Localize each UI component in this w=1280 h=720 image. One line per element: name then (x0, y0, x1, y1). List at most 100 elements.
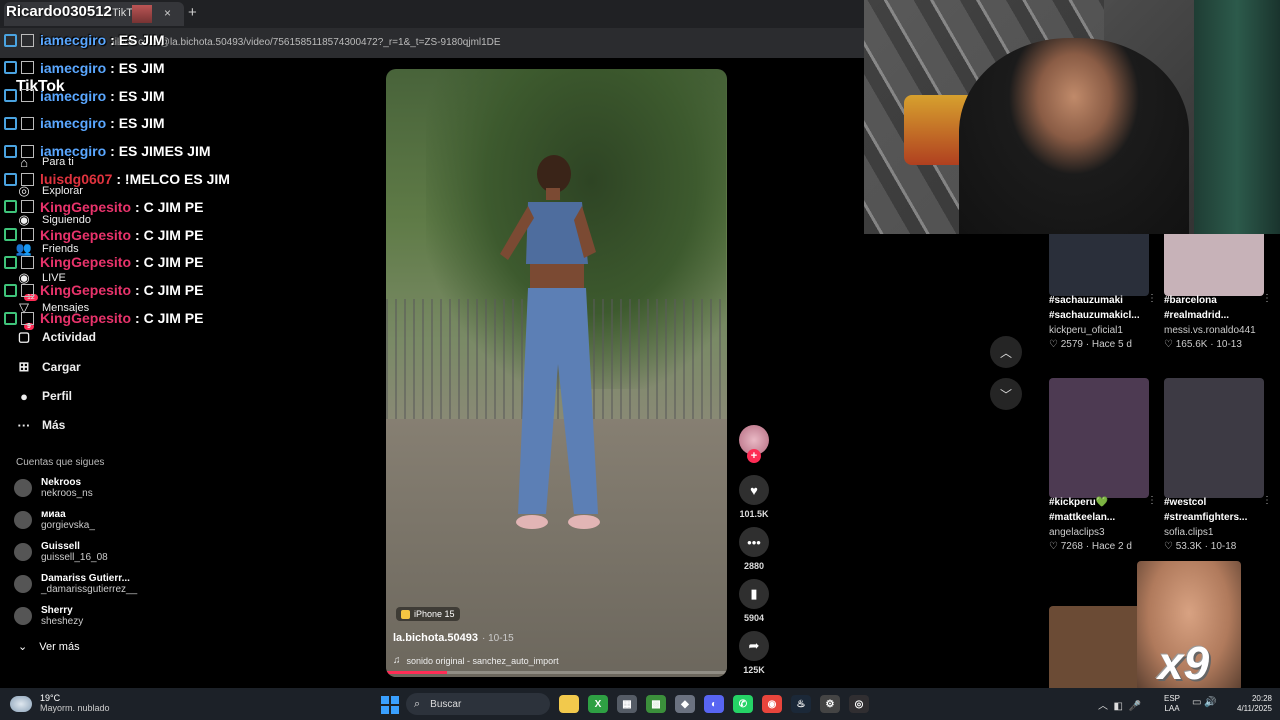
sidebar-item[interactable]: ··· Más (14, 413, 66, 437)
author-name[interactable]: la.bichota.50493 (393, 632, 478, 644)
minecraft-icon[interactable]: ▩ (646, 695, 666, 713)
account-handle: nekroos_ns (41, 488, 93, 499)
video-author[interactable]: la.bichota.50493 · 10-15 (393, 632, 514, 644)
chat-message: KingGepesito: C JIM PE (4, 280, 203, 300)
weather-temp: 19°C (40, 693, 61, 703)
more-options-icon[interactable]: ⋮ (1262, 293, 1272, 304)
sidebar-item-label: Actividad (42, 330, 97, 344)
next-video-button[interactable]: ﹀ (990, 378, 1022, 410)
chrome-icon[interactable]: ◉ (762, 695, 782, 713)
video-date: · 10-15 (482, 633, 514, 644)
webcam-curtain (1194, 0, 1280, 234)
chat-message: iamecgiro: ES JIM (4, 86, 165, 106)
avatar (14, 479, 32, 497)
chat-badge2-icon (21, 61, 34, 75)
sidebar-item[interactable]: ▢ Actividad 9 (14, 323, 97, 349)
chat-username: KingGepesito (40, 310, 132, 326)
sidebar-item[interactable]: ⊞ Cargar (14, 355, 81, 379)
language-indicator[interactable]: ESP LAA (1164, 694, 1180, 714)
discord-icon[interactable]: ◐ (704, 695, 724, 713)
device-label: iPhone 15 (414, 609, 455, 619)
music-label[interactable]: sonido original - sanchez_auto_import (407, 656, 559, 666)
whatsapp-icon[interactable]: ✆ (733, 695, 753, 713)
account-name: Sherry (41, 605, 73, 616)
windows-start-button[interactable] (381, 696, 399, 714)
sidebar-item[interactable]: ● Perfil (14, 384, 72, 408)
chat-text: : ES JIM (110, 59, 165, 76)
card-title-line2: #sachauzumakicl... (1049, 310, 1140, 321)
clock-time: 20:28 (1251, 694, 1272, 703)
following-account[interactable]: Nekroos nekroos_ns (14, 477, 93, 499)
following-account[interactable]: Guissell guissell_16_08 (14, 541, 108, 563)
account-name: Nekroos (41, 477, 82, 488)
steam-icon[interactable]: ♨ (791, 695, 811, 713)
account-handle: gorgievska_ (41, 520, 95, 531)
card-author[interactable]: kickperu_oficial1 (1049, 325, 1149, 336)
app-icon[interactable]: ◆ (675, 695, 695, 713)
chat-text: : ES JIMES JIM (110, 143, 211, 160)
card-title-line2: #mattkeelan... (1049, 512, 1116, 523)
store-icon[interactable]: ▦ (617, 695, 637, 713)
webcam-streamer (959, 38, 1189, 234)
video-dancer (500, 155, 600, 529)
like-button[interactable]: ♥ 101.5K (737, 475, 771, 519)
more-options-icon[interactable]: ⋮ (1262, 495, 1272, 506)
chat-text: : !MELCO ES JIM (116, 171, 230, 187)
sidebar-item-label: Perfil (42, 389, 73, 403)
chat-badge2-icon (21, 283, 34, 297)
chat-username: iamecgiro (40, 32, 107, 48)
save-button[interactable]: ▮ 5904 (737, 579, 771, 623)
following-account[interactable]: миаа gorgievska_ (14, 509, 95, 531)
card-author[interactable]: sofia.clips1 (1164, 527, 1264, 538)
profile-icon: ● (20, 388, 28, 404)
network-volume-icons[interactable]: ▭ 🔊 (1192, 697, 1217, 708)
video-progress-fill (386, 671, 448, 674)
more-options-icon[interactable]: ⋮ (1147, 293, 1157, 304)
card-author[interactable]: messi.vs.ronaldo441 (1164, 325, 1264, 336)
following-account[interactable]: Sherry sheshezy (14, 605, 83, 627)
chat-badge-icon (4, 255, 17, 269)
chat-message: KingGepesito: C JIM PE (4, 252, 203, 272)
card-stats: ♡ 53.3K · 10-18 (1164, 541, 1237, 552)
more-options-icon[interactable]: ⋮ (1147, 495, 1157, 506)
weather-widget[interactable]: 19°C Mayorm. nublado (10, 693, 110, 714)
recommended-video-card[interactable]: ⋮ #westcol #streamfighters... sofia.clips1 ♡… (1164, 378, 1272, 552)
follow-plus-icon[interactable]: + (747, 449, 761, 463)
share-button[interactable]: ➦ 125K (737, 631, 771, 675)
like-count: 101.5K (739, 509, 769, 519)
chat-username: KingGepesito (40, 226, 132, 243)
video-thumbnail[interactable] (1164, 378, 1264, 498)
chat-text: : ES JIM (110, 115, 165, 132)
see-more-link[interactable]: ⌄ Ver más (18, 640, 80, 654)
lang-layout: LAA (1164, 704, 1180, 713)
obs-icon[interactable]: ◎ (849, 695, 869, 713)
chat-badge-icon (4, 144, 17, 158)
new-tab-button[interactable]: + (188, 4, 197, 21)
settings-icon[interactable]: ⚙ (820, 695, 840, 713)
comment-button[interactable]: ••• 2880 (737, 527, 771, 571)
device-badge: iPhone 15 (396, 607, 460, 621)
streamer-name: Ricardo030512 (6, 3, 112, 20)
xbox-icon[interactable]: X (588, 695, 608, 713)
system-tray[interactable]: ︿ ◧ 🎤 (1098, 697, 1141, 712)
video-music[interactable]: ♫ sonido original - sanchez_auto_import (393, 655, 559, 666)
video-progress-bar[interactable] (386, 671, 727, 674)
chevron-up-icon: ︿ (999, 345, 1012, 360)
video-thumbnail[interactable] (1049, 378, 1149, 498)
chat-text: : C JIM PE (135, 198, 204, 215)
avatar (14, 543, 32, 561)
url-text[interactable]: tiktok.com/@la.bichota.50493/video/75615… (112, 37, 501, 48)
previous-video-button[interactable]: ︿ (990, 336, 1022, 368)
file-explorer-icon[interactable] (559, 695, 579, 713)
card-author[interactable]: angelaclips3 (1049, 527, 1149, 538)
taskbar-search[interactable]: ⌕ Buscar (406, 693, 550, 715)
card-title-line1: #kickperu💚 (1049, 497, 1109, 508)
following-account[interactable]: Damariss Gutierr... _damarissgutierrez__ (14, 573, 137, 595)
recommended-video-card[interactable]: ⋮ #kickperu💚 #mattkeelan... angelaclips3 ♡ 7… (1049, 378, 1157, 552)
chat-message: iamecgiro: ES JIM (4, 30, 165, 50)
chat-badge-icon (4, 172, 17, 186)
cloud-icon (10, 695, 32, 712)
close-tab-icon[interactable]: × (164, 6, 171, 20)
taskbar-clock[interactable]: 20:28 4/11/2025 (1226, 694, 1272, 714)
video-player[interactable]: iPhone 15 la.bichota.50493 · 10-15 ♫ sonid… (386, 69, 727, 677)
